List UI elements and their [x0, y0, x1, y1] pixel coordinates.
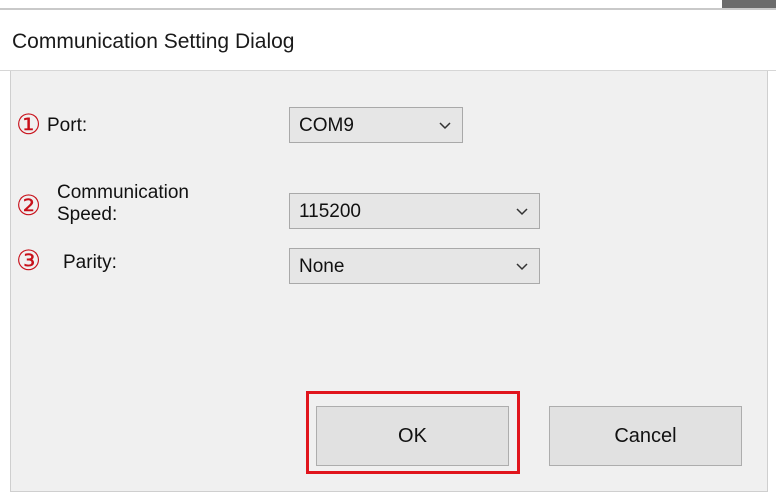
dialog-title: Communication Setting Dialog: [12, 30, 295, 53]
port-dropdown[interactable]: COM9: [289, 107, 463, 143]
ok-button[interactable]: OK: [316, 406, 509, 466]
ok-button-label: OK: [398, 425, 427, 447]
chevron-down-icon: [439, 122, 451, 130]
port-label: Port:: [47, 115, 88, 136]
cancel-button-label: Cancel: [614, 425, 677, 447]
window-bottom-border: [10, 491, 768, 492]
parity-dropdown[interactable]: None: [289, 248, 540, 284]
speed-dropdown-value: 115200: [299, 201, 361, 222]
speed-dropdown[interactable]: 115200: [289, 193, 540, 229]
chevron-down-icon: [516, 208, 528, 216]
marker-1: ①: [16, 108, 42, 141]
port-dropdown-value: COM9: [299, 115, 354, 136]
parity-dropdown-value: None: [299, 256, 345, 277]
cancel-button[interactable]: Cancel: [549, 406, 742, 466]
speed-label-line1: Communication: [57, 182, 189, 203]
marker-3: ③: [16, 244, 42, 277]
dialog-client-area: ① Port: COM9 ② Communication Speed: 1152…: [10, 71, 768, 491]
chevron-down-icon: [516, 263, 528, 271]
window-corner-shadow: [722, 0, 776, 8]
speed-label-line2: Speed:: [57, 204, 118, 225]
window-top-edge: [0, 0, 776, 10]
parity-label: Parity:: [63, 252, 117, 273]
dialog-window: Communication Setting Dialog ① Port: COM…: [0, 0, 776, 498]
marker-2: ②: [16, 189, 42, 222]
title-bar[interactable]: Communication Setting Dialog: [0, 10, 776, 71]
